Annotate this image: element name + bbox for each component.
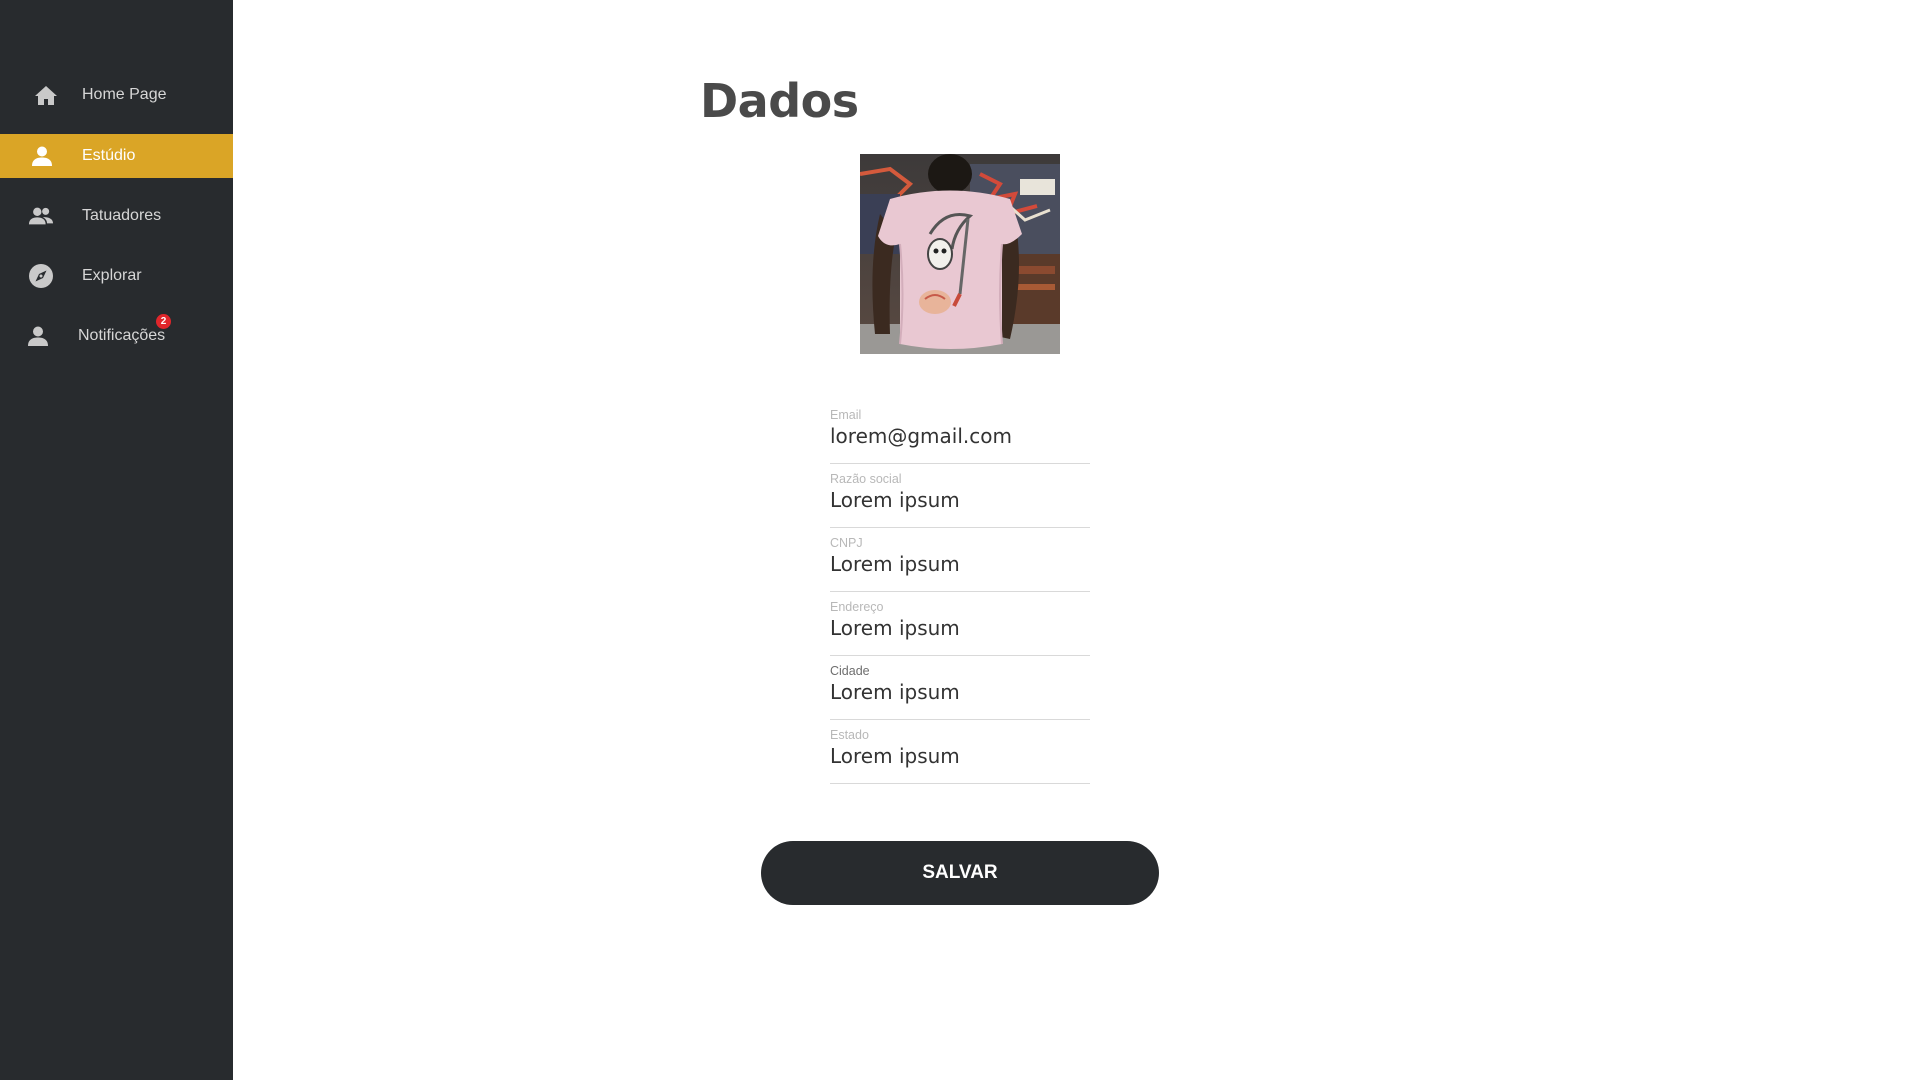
home-icon: [33, 82, 59, 108]
sidebar-item-home-page[interactable]: Home Page: [0, 73, 233, 117]
sidebar: Home Page Estúdio Tatuadores Explorar No: [0, 0, 233, 1080]
cnpj-label: CNPJ: [830, 536, 863, 550]
person-icon: [29, 143, 55, 169]
people-icon: [28, 203, 54, 229]
cidade-field[interactable]: Cidade: [830, 664, 1090, 720]
estado-input[interactable]: [830, 743, 1090, 769]
email-input[interactable]: [830, 423, 1090, 449]
notification-badge: 2: [156, 314, 171, 329]
sidebar-item-explorar[interactable]: Explorar: [0, 254, 233, 298]
compass-icon: [28, 263, 54, 289]
cidade-input[interactable]: [830, 679, 1090, 705]
page-title: Dados: [700, 74, 859, 128]
sidebar-item-label: Home Page: [82, 86, 167, 103]
cidade-label: Cidade: [830, 664, 870, 678]
avatar[interactable]: [860, 154, 1060, 354]
sidebar-item-label: Notificações: [78, 327, 166, 344]
save-button[interactable]: SALVAR: [761, 841, 1159, 905]
razao-social-input[interactable]: [830, 487, 1090, 513]
sidebar-item-estudio[interactable]: Estúdio: [0, 134, 233, 178]
razao-social-label: Razão social: [830, 472, 902, 486]
endereco-label: Endereço: [830, 600, 884, 614]
sidebar-item-label: Explorar: [82, 267, 142, 284]
cnpj-field[interactable]: CNPJ: [830, 536, 1090, 592]
email-label: Email: [830, 408, 862, 422]
estado-field[interactable]: Estado: [830, 728, 1090, 784]
email-field[interactable]: Email: [830, 408, 1090, 464]
sidebar-item-label: Tatuadores: [82, 207, 162, 224]
sidebar-item-notificacoes[interactable]: Notificações 2: [0, 314, 233, 358]
sidebar-item-tatuadores[interactable]: Tatuadores: [0, 194, 233, 238]
endereco-field[interactable]: Endereço: [830, 600, 1090, 656]
endereco-input[interactable]: [830, 615, 1090, 641]
razao-social-field[interactable]: Razão social: [830, 472, 1090, 528]
sidebar-item-label: Estúdio: [82, 147, 136, 164]
person-icon: [25, 323, 51, 349]
profile-photo-image: [860, 154, 1060, 354]
cnpj-input[interactable]: [830, 551, 1090, 577]
estado-label: Estado: [830, 728, 869, 742]
app-root: Home Page Estúdio Tatuadores Explorar No: [0, 0, 1920, 1080]
